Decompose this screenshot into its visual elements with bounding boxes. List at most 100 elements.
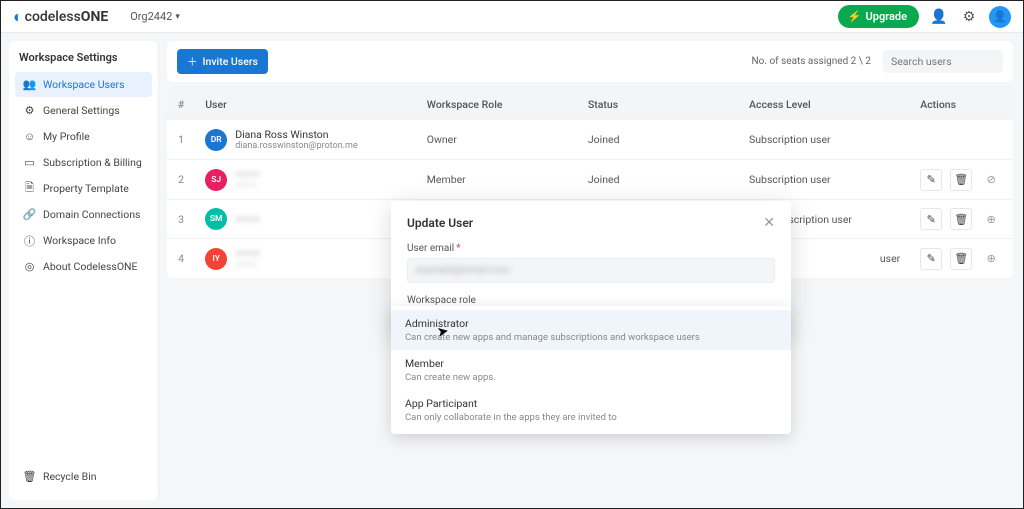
user-email: diana.rosswinston@proton.me xyxy=(235,141,358,151)
sidebar-item-subscription-billing[interactable]: ▭ Subscription & Billing xyxy=(15,150,152,175)
avatar: SJ xyxy=(205,169,227,191)
col-access: Access Level xyxy=(739,90,910,120)
trash-icon: 🗑 xyxy=(23,470,36,483)
user-name: ——— xyxy=(235,213,260,226)
avatar[interactable]: 👤 xyxy=(989,6,1011,28)
edit-icon[interactable]: ✎ xyxy=(920,169,942,191)
seats-assigned: No. of seats assigned 2 \ 2 xyxy=(752,56,872,67)
user-name: ——— xyxy=(235,168,260,181)
user-email: ——— xyxy=(235,181,260,191)
sidebar-item-label: About CodelessONE xyxy=(43,260,138,273)
delete-icon[interactable]: 🗑 xyxy=(950,248,972,270)
edit-icon[interactable]: ✎ xyxy=(920,208,942,230)
more-icon[interactable]: ⊕ xyxy=(980,248,1002,270)
sidebar-item-about[interactable]: ◎ About CodelessONE xyxy=(15,254,152,279)
access-cell: Subscription user xyxy=(739,120,910,160)
org-switcher[interactable]: Org2442 ▾ xyxy=(130,10,180,23)
search-input[interactable] xyxy=(883,50,1003,73)
role-option-administrator[interactable]: Administrator Can create new apps and ma… xyxy=(391,310,791,350)
option-title: Administrator xyxy=(405,317,777,330)
caret-down-icon: ▾ xyxy=(175,12,180,22)
org-name: Org2442 xyxy=(130,10,172,23)
document-icon: 🗎 xyxy=(23,182,36,195)
sidebar-item-domain-connections[interactable]: 🔗 Domain Connections xyxy=(15,202,152,227)
email-label: User email* xyxy=(407,243,775,254)
sidebar-item-label: My Profile xyxy=(43,130,90,143)
table-row: 2 SJ—————— Member Joined Subscription us… xyxy=(167,160,1013,200)
invite-label: Invite Users xyxy=(203,55,258,68)
email-field[interactable]: example@email.com xyxy=(407,258,775,283)
col-actions: Actions xyxy=(910,90,1013,120)
option-desc: Can create new apps and manage subscript… xyxy=(405,332,777,343)
option-title: Member xyxy=(405,357,777,370)
row-index: 4 xyxy=(167,239,195,279)
logo-mark-icon: ◐ xyxy=(13,7,23,27)
user-name: ——— xyxy=(235,247,260,260)
delete-icon[interactable]: 🗑 xyxy=(950,169,972,191)
sidebar-item-my-profile[interactable]: ☺ My Profile xyxy=(15,124,152,149)
role-option-member[interactable]: Member Can create new apps. xyxy=(391,350,791,390)
more-icon[interactable]: ⊕ xyxy=(980,208,1002,230)
bolt-icon: ⚡ xyxy=(848,10,862,23)
info-icon: ⓘ xyxy=(23,234,36,247)
brand-prefix: codeless xyxy=(25,9,81,25)
close-icon[interactable]: ✕ xyxy=(763,215,775,231)
brand-suffix: ONE xyxy=(81,9,108,25)
col-num: # xyxy=(167,90,195,120)
plus-icon: ＋ xyxy=(187,54,198,69)
gear-icon: ⚙ xyxy=(23,104,36,117)
sidebar-item-recycle-bin[interactable]: 🗑 Recycle Bin xyxy=(15,464,152,489)
avatar: DR xyxy=(205,129,227,151)
delete-icon[interactable]: 🗑 xyxy=(950,208,972,230)
topbar: ◐ codelessONE Org2442 ▾ ⚡ Upgrade 👤 ⚙ 👤 xyxy=(1,1,1023,33)
status-cell: Joined xyxy=(578,120,739,160)
role-dropdown: Administrator Can create new apps and ma… xyxy=(391,306,791,434)
sidebar-item-label: General Settings xyxy=(43,104,120,117)
upgrade-button[interactable]: ⚡ Upgrade xyxy=(838,5,919,28)
status-cell: Joined xyxy=(578,160,739,200)
about-icon: ◎ xyxy=(23,260,36,273)
sidebar-item-workspace-info[interactable]: ⓘ Workspace Info xyxy=(15,228,152,253)
sidebar-item-workspace-users[interactable]: 👥 Workspace Users xyxy=(15,72,152,97)
gear-icon[interactable]: ⚙ xyxy=(959,7,979,27)
user-email: ——— xyxy=(235,260,260,270)
sidebar-item-label: Workspace Info xyxy=(43,234,116,247)
option-title: App Participant xyxy=(405,397,777,410)
sidebar-item-label: Subscription & Billing xyxy=(43,156,142,169)
option-desc: Can create new apps. xyxy=(405,372,777,383)
sidebar-item-label: Workspace Users xyxy=(43,78,125,91)
sidebar-item-label: Domain Connections xyxy=(43,208,140,221)
table-row: 1 DR Diana Ross Winstondiana.rosswinston@… xyxy=(167,120,1013,160)
row-index: 2 xyxy=(167,160,195,200)
row-index: 1 xyxy=(167,120,195,160)
user-name: Diana Ross Winston xyxy=(235,128,358,141)
invite-users-button[interactable]: ＋ Invite Users xyxy=(177,49,268,74)
modal-title: Update User xyxy=(407,216,473,230)
add-user-icon[interactable]: 👤 xyxy=(929,7,949,27)
role-label: Workspace role xyxy=(407,295,775,306)
edit-icon[interactable]: ✎ xyxy=(920,248,942,270)
card-icon: ▭ xyxy=(23,156,36,169)
user-icon: ☺ xyxy=(23,130,36,143)
sidebar-item-label: Recycle Bin xyxy=(43,470,97,483)
sidebar-item-general-settings[interactable]: ⚙ General Settings xyxy=(15,98,152,123)
sidebar-item-property-template[interactable]: 🗎Property Template xyxy=(15,176,152,201)
upgrade-label: Upgrade xyxy=(866,10,907,23)
col-status: Status xyxy=(578,90,739,120)
avatar: IY xyxy=(205,248,227,270)
col-user: User xyxy=(195,90,417,120)
sidebar-title: Workspace Settings xyxy=(15,51,152,72)
link-icon: 🔗 xyxy=(23,208,36,221)
col-role: Workspace Role xyxy=(417,90,578,120)
logo: ◐ codelessONE xyxy=(13,7,108,27)
avatar: SM xyxy=(205,208,227,230)
role-option-app-participant[interactable]: App Participant Can only collaborate in … xyxy=(391,390,791,430)
main-toolbar: ＋ Invite Users No. of seats assigned 2 \ … xyxy=(167,41,1013,82)
block-icon[interactable]: ⊘ xyxy=(980,169,1002,191)
users-icon: 👥 xyxy=(23,78,36,91)
sidebar: Workspace Settings 👥 Workspace Users ⚙ Gen… xyxy=(9,41,159,500)
role-cell: Owner xyxy=(417,120,578,160)
row-index: 3 xyxy=(167,200,195,239)
option-desc: Can only collaborate in the apps they ar… xyxy=(405,412,777,423)
access-cell: Subscription user xyxy=(739,160,910,200)
